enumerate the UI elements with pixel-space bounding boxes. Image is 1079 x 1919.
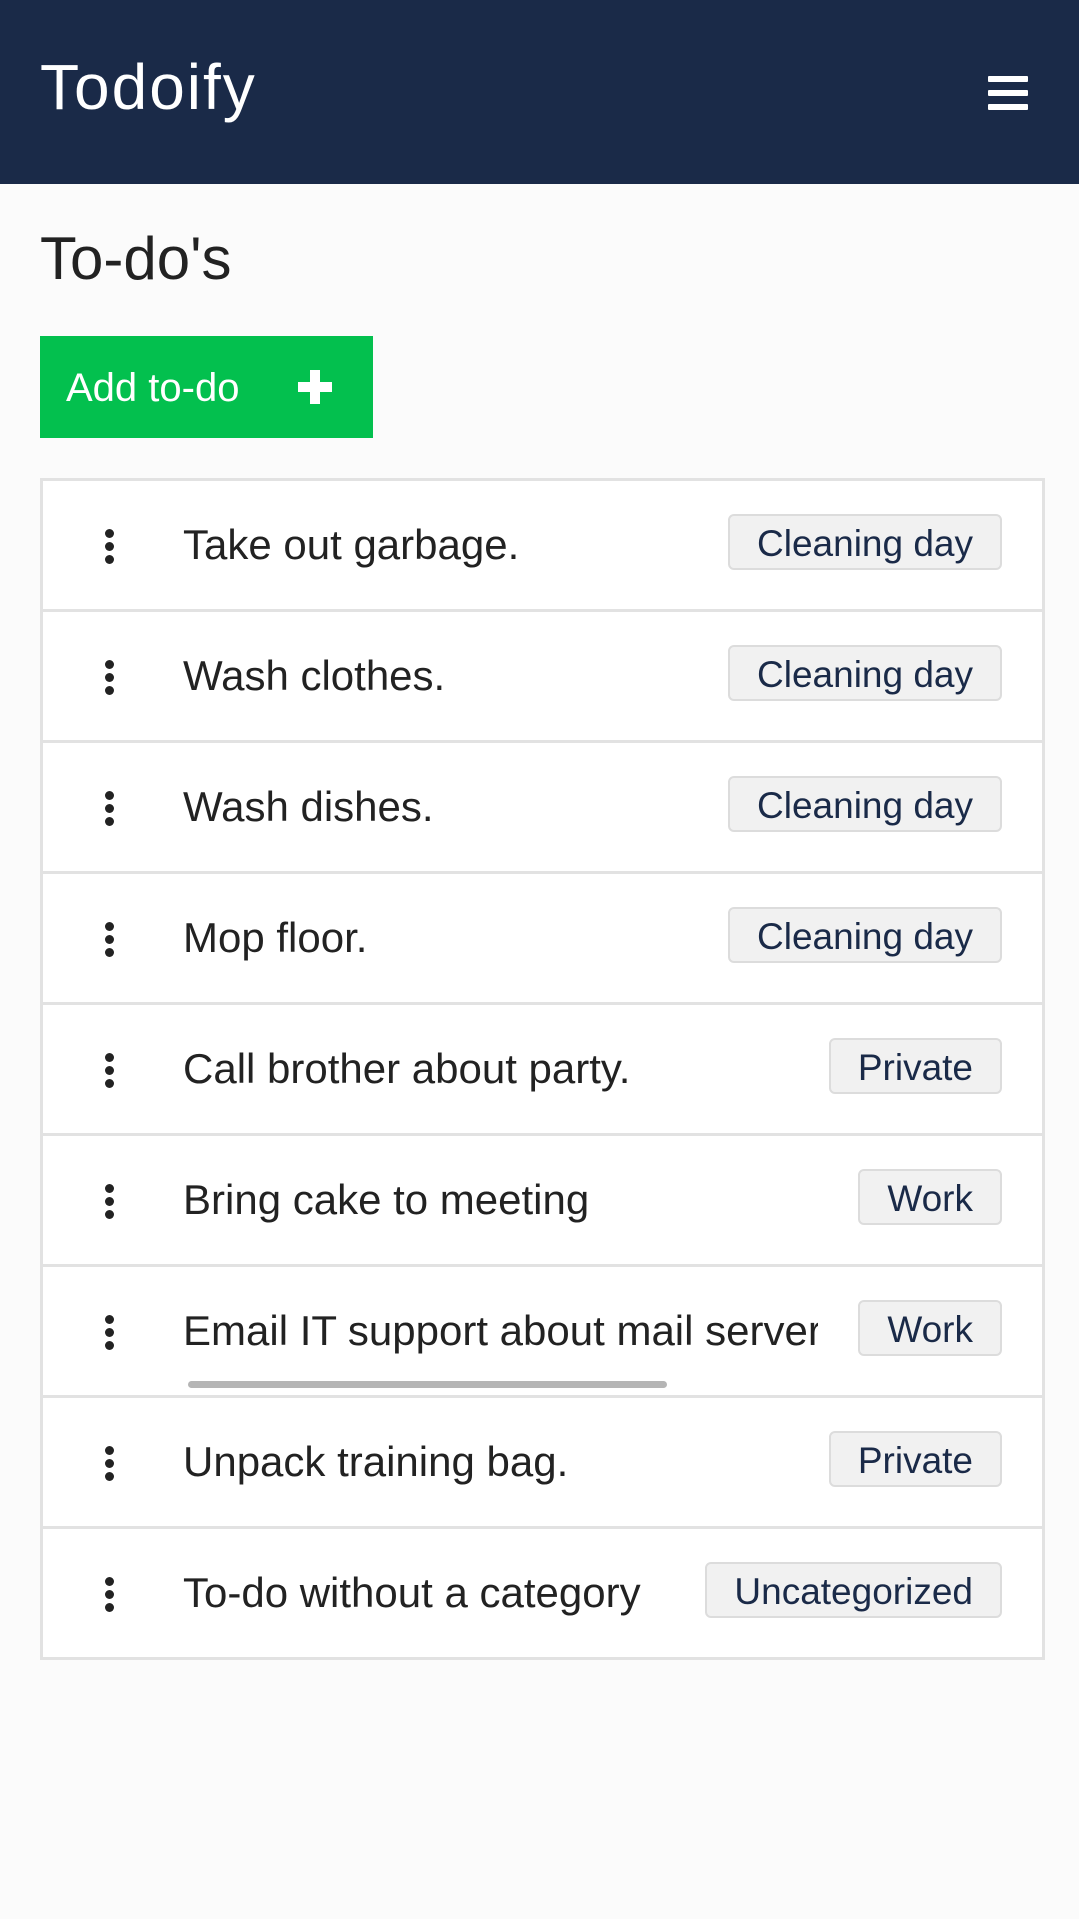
drag-handle-icon[interactable] [105,922,115,958]
page-title: To-do's [40,225,232,292]
horizontal-scrollbar[interactable] [188,1381,667,1388]
todo-text[interactable]: Wash clothes. [183,652,445,700]
category-badge: Cleaning day [728,907,1002,963]
category-badge: Uncategorized [705,1562,1002,1618]
category-badge: Cleaning day [728,514,1002,570]
app-title: Todoify [40,51,257,123]
todo-item[interactable]: Wash dishes. Cleaning day [43,743,1042,874]
category-badge: Cleaning day [728,645,1002,701]
app-header: Todoify [0,0,1079,184]
todo-text[interactable]: Call brother about party. [183,1045,630,1093]
drag-handle-icon[interactable] [105,529,115,565]
todo-item[interactable]: Mop floor. Cleaning day [43,874,1042,1005]
add-todo-button[interactable]: Add to-do [40,336,373,438]
todo-item[interactable]: Unpack training bag. Private [43,1398,1042,1529]
category-badge: Private [828,1431,1002,1487]
todo-text[interactable]: Take out garbage. [183,521,519,569]
drag-handle-icon[interactable] [105,1577,115,1613]
todo-text[interactable]: To-do without a category [183,1569,641,1617]
todo-item[interactable]: Bring cake to meeting Work [43,1136,1042,1267]
todo-item[interactable]: To-do without a category Uncategorized [43,1529,1042,1657]
todo-item[interactable]: Wash clothes. Cleaning day [43,612,1042,743]
todo-text[interactable]: Bring cake to meeting [183,1176,589,1224]
drag-handle-icon[interactable] [105,791,115,827]
plus-icon [298,370,332,404]
todo-text[interactable]: Wash dishes. [183,783,434,831]
todo-text[interactable]: Unpack training bag. [183,1438,568,1486]
todo-list: Take out garbage. Cleaning day Wash clot… [40,478,1045,1660]
todo-text[interactable]: Mop floor. [183,914,367,962]
add-todo-label: Add to-do [66,366,240,410]
todo-item[interactable]: Call brother about party. Private [43,1005,1042,1136]
category-badge: Private [828,1038,1002,1094]
drag-handle-icon[interactable] [105,1446,115,1482]
drag-handle-icon[interactable] [105,660,115,696]
category-badge: Work [858,1169,1002,1225]
todo-text[interactable]: Email IT support about mail server [183,1307,818,1355]
hamburger-menu-icon[interactable] [988,76,1028,110]
todo-item[interactable]: Email IT support about mail server Work [43,1267,1042,1398]
category-badge: Work [858,1300,1002,1356]
drag-handle-icon[interactable] [105,1053,115,1089]
todo-item[interactable]: Take out garbage. Cleaning day [43,481,1042,612]
drag-handle-icon[interactable] [105,1315,115,1351]
drag-handle-icon[interactable] [105,1184,115,1220]
category-badge: Cleaning day [728,776,1002,832]
